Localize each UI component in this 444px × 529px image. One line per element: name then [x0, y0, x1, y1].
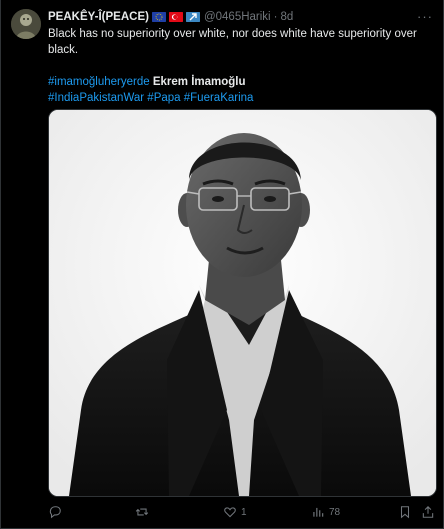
tweet-photo[interactable] — [48, 109, 437, 497]
display-name[interactable]: PEAKÊY-Î(PEACE) — [48, 11, 149, 23]
views-icon — [313, 507, 324, 517]
avatar[interactable] — [11, 9, 41, 39]
hashtag-imamogluheryerde[interactable]: #imamoğluheryerde — [48, 76, 150, 88]
share-icon — [422, 506, 434, 518]
reply-icon — [49, 506, 61, 519]
arrow-square-icon — [185, 12, 200, 22]
action-bar: 1 78 — [48, 505, 435, 523]
separator-dot: · — [273, 11, 278, 23]
hashtag-papa[interactable]: #Papa — [147, 92, 180, 104]
share-button[interactable] — [421, 505, 435, 519]
reply-button[interactable] — [48, 505, 66, 519]
tweet-tags: #imamoğluheryerde Ekrem İmamoğlu #IndiaP… — [48, 74, 436, 106]
bookmark-button[interactable] — [398, 505, 412, 519]
timestamp[interactable]: 8d — [280, 11, 293, 23]
hashtag-fuerakarina[interactable]: #FueraKarina — [184, 92, 254, 104]
views-count: 78 — [329, 506, 341, 518]
tweet-text: Black has no superiority over white, nor… — [48, 26, 436, 106]
eu-flag-icon — [151, 12, 166, 22]
like-button[interactable]: 1 — [223, 505, 247, 519]
bookmark-icon — [400, 506, 410, 519]
more-options-icon[interactable]: ··· — [417, 9, 433, 24]
portrait-image — [49, 110, 436, 496]
mention-ekrem-imamoglu[interactable]: Ekrem İmamoğlu — [153, 76, 246, 88]
user-handle[interactable]: @0465Hariki — [204, 11, 271, 23]
like-count: 1 — [241, 506, 247, 518]
retweet-button[interactable] — [135, 505, 153, 519]
tweet-header: PEAKÊY-Î(PEACE) @0465Hariki · 8d — [48, 9, 293, 25]
heart-icon — [224, 507, 236, 518]
turkey-flag-icon — [168, 12, 183, 22]
tweet[interactable]: PEAKÊY-Î(PEACE) @0465Hariki · 8d ··· Bla… — [0, 0, 444, 529]
hashtag-indiapakistanwar[interactable]: #IndiaPakistanWar — [48, 92, 144, 104]
tweet-text-line: Black has no superiority over white, nor… — [48, 28, 417, 56]
retweet-icon — [135, 508, 149, 516]
views-button[interactable]: 78 — [311, 505, 340, 519]
